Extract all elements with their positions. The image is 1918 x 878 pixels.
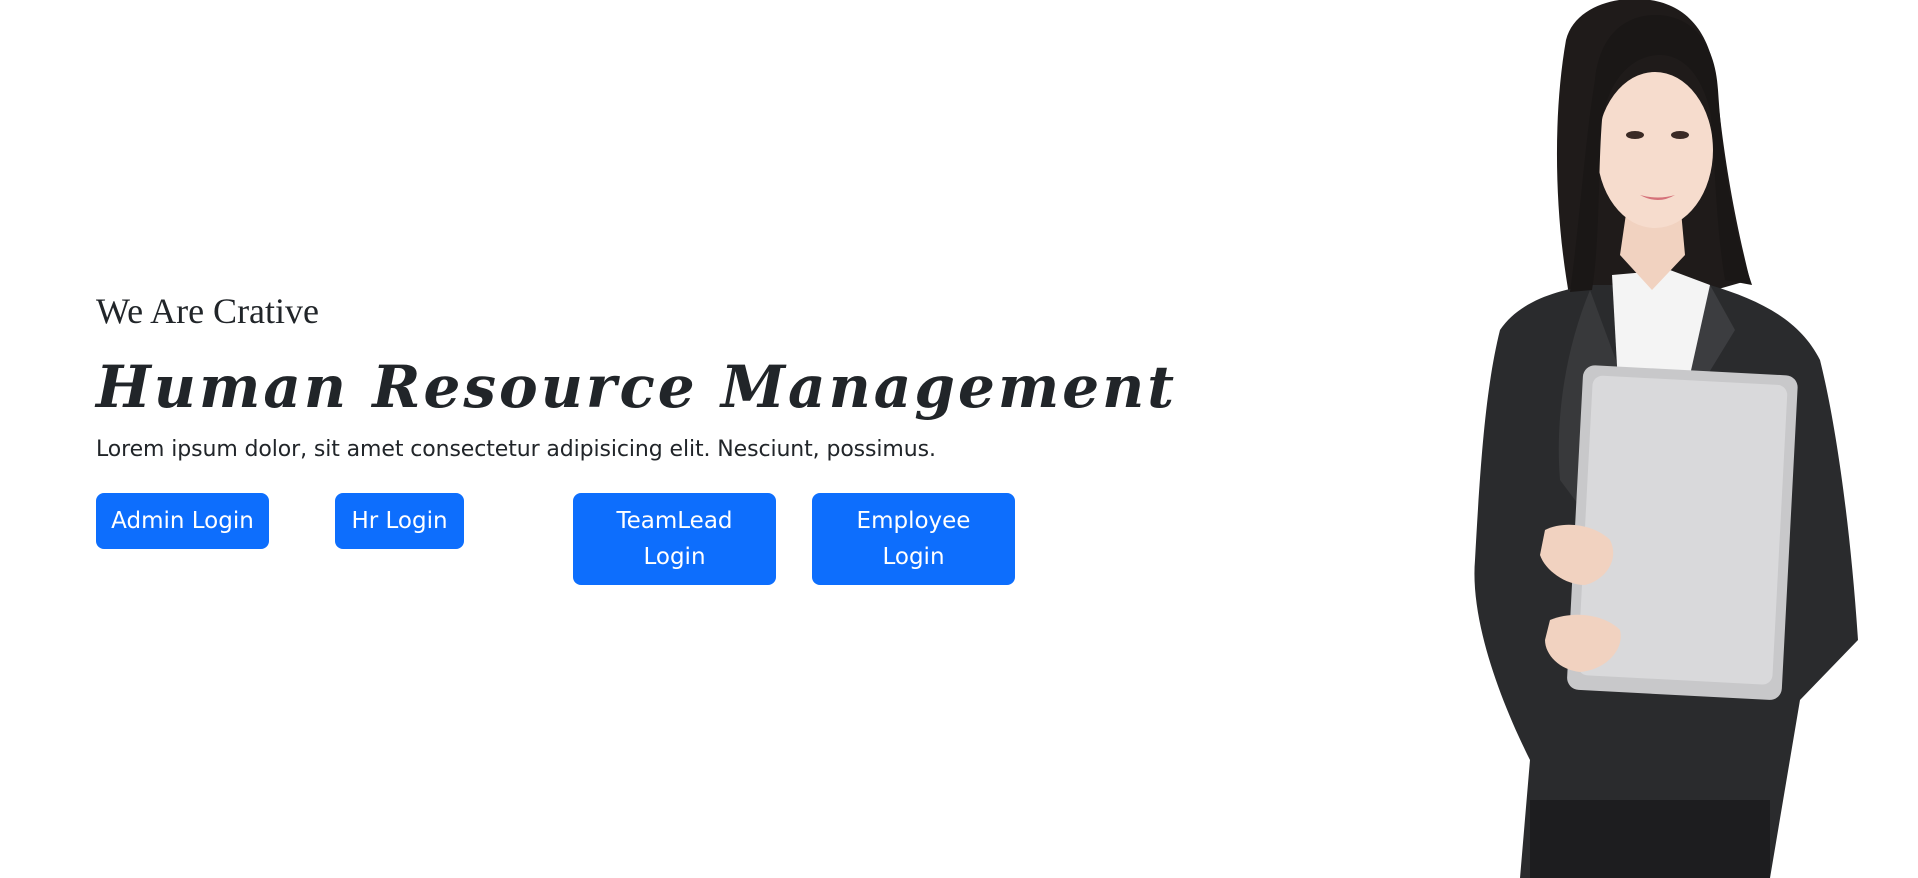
teamlead-login-button[interactable]: TeamLead Login: [573, 493, 776, 585]
hero-tagline: We Are Crative: [96, 291, 320, 331]
hero-description: Lorem ipsum dolor, sit amet consectetur …: [96, 436, 936, 462]
hero-title: Human Resource Management: [96, 353, 1178, 422]
hero-text-block: We Are Crative Human Resource Management…: [96, 290, 1178, 462]
businesswoman-image: [1474, 0, 1858, 878]
employee-login-button[interactable]: Employee Login: [812, 493, 1015, 585]
admin-login-button[interactable]: Admin Login: [96, 493, 269, 549]
hr-login-button[interactable]: Hr Login: [335, 493, 464, 549]
